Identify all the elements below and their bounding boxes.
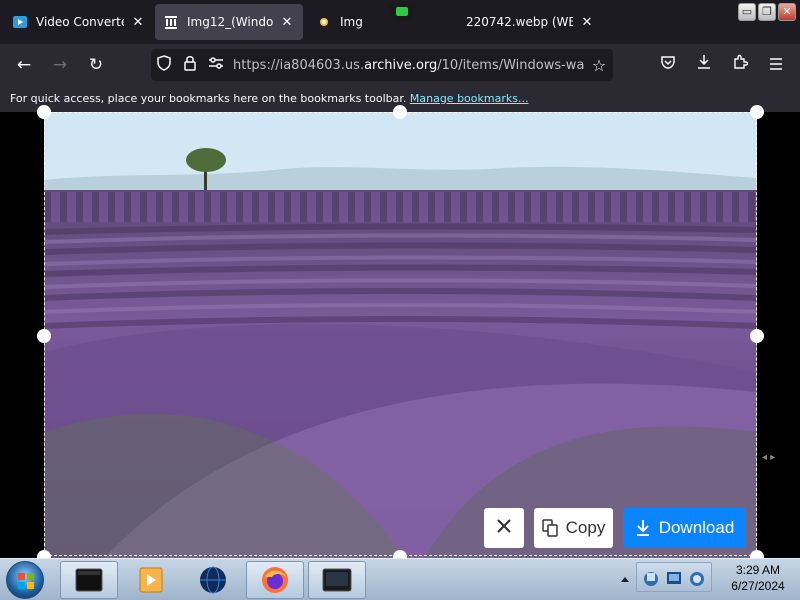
- url-bar[interactable]: https://ia804603.us.archive.org/10/items…: [151, 49, 613, 81]
- copy-button[interactable]: Copy: [534, 508, 613, 548]
- shield-icon[interactable]: [151, 55, 177, 75]
- windows-logo-icon: [18, 573, 34, 589]
- resize-handle-top-left[interactable]: [37, 105, 51, 119]
- clock-icon: [690, 572, 704, 586]
- forward-button[interactable]: →: [46, 52, 74, 78]
- bookmarks-message: For quick access, place your bookmarks h…: [10, 92, 407, 105]
- close-icon[interactable]: ✕: [279, 15, 295, 30]
- page-content: ◂ ▸ Copy Download: [0, 105, 800, 564]
- url-prefix: https://ia804603.us.: [233, 57, 365, 73]
- show-hidden-icons-button[interactable]: [620, 570, 630, 589]
- resize-handle-left[interactable]: [37, 329, 51, 343]
- reload-button[interactable]: ↻: [82, 52, 110, 78]
- resize-handle-top-right[interactable]: [750, 105, 764, 119]
- tab-title: 220742.webp (WEBP I: [466, 15, 573, 29]
- clock-time: 3:29 AM: [735, 563, 781, 577]
- lavender-field-image: [44, 112, 757, 558]
- resize-handle-right[interactable]: [750, 329, 764, 343]
- back-button[interactable]: ←: [10, 52, 38, 78]
- close-icon[interactable]: ✕: [579, 15, 595, 30]
- tab-title: Video Converter V: [36, 15, 124, 29]
- download-icon[interactable]: [690, 52, 718, 78]
- screen-icon: [322, 568, 352, 592]
- star-icon[interactable]: ☆: [585, 56, 613, 75]
- media-player-icon: [139, 567, 163, 593]
- scroll-arrows-icon[interactable]: ◂ ▸: [762, 452, 775, 463]
- tab-video-converter[interactable]: Video Converter V ✕: [4, 4, 154, 40]
- navigation-toolbar: ← → ↻ https://ia804603.us.archive.org/10…: [0, 44, 800, 86]
- taskbar-globe[interactable]: [184, 561, 242, 599]
- volume-icon: [667, 572, 681, 584]
- tab-title: Img: [340, 15, 363, 29]
- url-text[interactable]: https://ia804603.us.archive.org/10/items…: [233, 58, 585, 73]
- url-domain: archive.org: [364, 57, 438, 73]
- download-label: Download: [658, 518, 735, 537]
- tab-img12[interactable]: Img12_(Windows ✕: [155, 4, 303, 40]
- system-clock[interactable]: 3:29 AM 6/27/2024: [720, 562, 796, 594]
- taskbar-firefox[interactable]: [246, 561, 304, 599]
- start-button[interactable]: [6, 561, 44, 599]
- minimize-button[interactable]: ▭: [738, 3, 756, 21]
- tab-strip: Video Converter V ✕ Img12_(Windows ✕ Img…: [0, 0, 800, 44]
- taskbar-media-player[interactable]: [122, 561, 180, 599]
- permissions-icon[interactable]: [203, 56, 229, 74]
- resize-handle-top[interactable]: [393, 105, 407, 119]
- globe-icon: [200, 566, 226, 594]
- chevron-up-icon: [621, 577, 629, 582]
- restore-button[interactable]: ❐: [758, 3, 776, 21]
- lock-icon[interactable]: [177, 55, 203, 75]
- manage-bookmarks-link[interactable]: Manage bookmarks...: [410, 92, 529, 105]
- window-controls: ▭ ❐ ✕: [738, 3, 796, 21]
- video-converter-icon: [12, 14, 28, 30]
- copy-label: Copy: [565, 518, 606, 537]
- menu-icon[interactable]: [762, 52, 790, 78]
- tab-img[interactable]: Img: [308, 4, 448, 40]
- download-icon: [635, 519, 651, 537]
- taskbar-screen[interactable]: [308, 561, 366, 599]
- cancel-button[interactable]: [484, 508, 524, 548]
- archive-icon: [163, 14, 179, 30]
- image-icon: [316, 14, 332, 30]
- copy-icon: [541, 519, 558, 537]
- network-icon: [644, 572, 658, 586]
- taskbar-terminal[interactable]: [60, 561, 118, 599]
- close-icon: [495, 517, 513, 539]
- system-tray: [636, 562, 712, 592]
- download-button[interactable]: Download: [623, 508, 746, 548]
- url-path: /10/items/Windows-wall: [437, 57, 585, 73]
- firefox-icon: [262, 567, 288, 593]
- close-window-button[interactable]: ✕: [778, 3, 796, 21]
- terminal-icon: [75, 568, 103, 592]
- tab-webp[interactable]: 220742.webp (WEBP I ✕: [458, 4, 603, 40]
- close-icon[interactable]: ✕: [130, 15, 146, 30]
- clock-date: 6/27/2024: [731, 579, 785, 593]
- pocket-icon[interactable]: [654, 52, 682, 78]
- extensions-icon[interactable]: [726, 52, 754, 78]
- tab-title: Img12_(Windows: [187, 15, 273, 29]
